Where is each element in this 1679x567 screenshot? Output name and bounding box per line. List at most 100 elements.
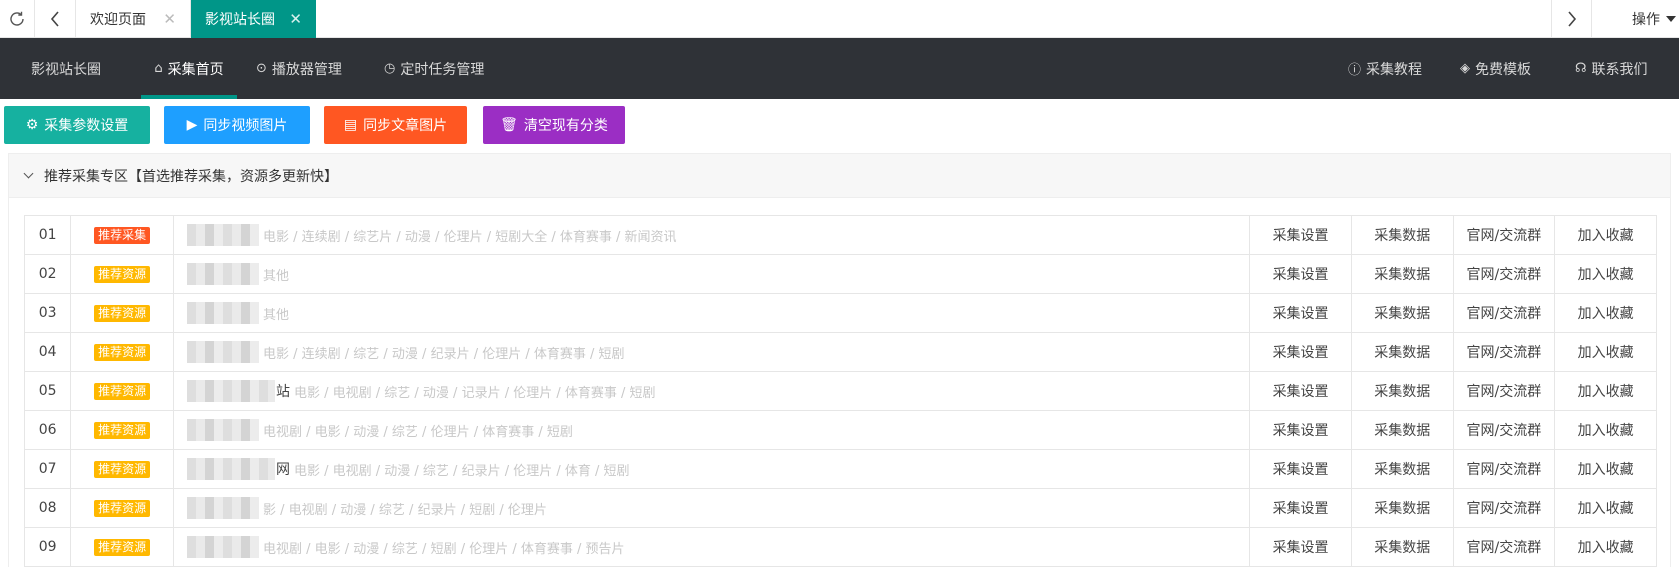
tab-bar: 欢迎页面 ✕ 影视站长圈 ✕ 操作: [0, 0, 1679, 38]
collect-data-link[interactable]: 采集数据: [1350, 254, 1454, 294]
badge-cell: 推荐资源: [70, 488, 174, 528]
collect-settings-link[interactable]: 采集设置: [1249, 449, 1352, 489]
gear-icon: ⚙: [25, 117, 39, 133]
site-description: 电影 / 连续剧 / 综艺 / 动漫 / 纪录片 / 伦理片 / 体育赛事 / …: [172, 332, 1251, 372]
category-list: 影 / 电视剧 / 动漫 / 综艺 / 纪录片 / 短剧 / 伦理片: [262, 502, 547, 518]
official-site-link[interactable]: 官网/交流群: [1452, 215, 1556, 255]
add-favorite-link[interactable]: 加入收藏: [1554, 527, 1657, 567]
tabs-next-button[interactable]: [1551, 0, 1592, 38]
add-favorite-link[interactable]: 加入收藏: [1554, 215, 1657, 255]
trash-icon: 🗑: [500, 117, 518, 133]
site-name-suffix: 网: [275, 462, 290, 478]
collect-data-link[interactable]: 采集数据: [1350, 332, 1454, 372]
official-site-link[interactable]: 官网/交流群: [1452, 293, 1556, 333]
official-site-link[interactable]: 官网/交流群: [1452, 449, 1556, 489]
collect-data-link[interactable]: 采集数据: [1350, 293, 1454, 333]
table-row: 02 推荐资源 其他 采集设置 采集数据 官网/交流群 加入收藏: [23, 254, 1657, 294]
collect-settings-link[interactable]: 采集设置: [1249, 254, 1352, 294]
site-description: 站电影 / 电视剧 / 综艺 / 动漫 / 记录片 / 伦理片 / 体育赛事 /…: [172, 371, 1251, 411]
official-site-link[interactable]: 官网/交流群: [1452, 488, 1556, 528]
button-label: 采集参数设置: [44, 118, 129, 134]
site-description: 网电影 / 电视剧 / 动漫 / 综艺 / 纪录片 / 伦理片 / 体育 / 短…: [172, 449, 1251, 489]
collect-data-link[interactable]: 采集数据: [1350, 527, 1454, 567]
category-list: 电视剧 / 电影 / 动漫 / 综艺 / 短剧 / 伦理片 / 体育赛事 / 预…: [262, 541, 625, 557]
collect-settings-link[interactable]: 采集设置: [1249, 332, 1352, 372]
add-favorite-link[interactable]: 加入收藏: [1554, 488, 1657, 528]
button-label: 清空现有分类: [523, 118, 608, 134]
nav-item-collect-home[interactable]: ⌂ 采集首页: [141, 38, 237, 99]
play-circle-icon: ⊙: [256, 61, 267, 76]
redacted-site-name: [186, 497, 259, 519]
operations-dropdown[interactable]: 操作: [1592, 0, 1679, 38]
collect-data-link[interactable]: 采集数据: [1350, 488, 1454, 528]
redacted-site-name: [186, 380, 275, 402]
site-description: 电视剧 / 电影 / 动漫 / 综艺 / 伦理片 / 体育赛事 / 短剧: [172, 410, 1251, 450]
status-badge: 推荐资源: [94, 343, 151, 361]
add-favorite-link[interactable]: 加入收藏: [1554, 332, 1657, 372]
badge-cell: 推荐资源: [70, 332, 174, 372]
row-index: 07: [23, 449, 72, 489]
official-site-link[interactable]: 官网/交流群: [1452, 410, 1556, 450]
sync-article-images-button[interactable]: ▤ 同步文章图片: [324, 106, 467, 144]
tab-label: 欢迎页面: [90, 12, 146, 28]
close-icon[interactable]: ✕: [289, 10, 302, 28]
collect-settings-link[interactable]: 采集设置: [1249, 488, 1352, 528]
tab-active[interactable]: 影视站长圈 ✕: [191, 0, 316, 38]
button-label: 同步文章图片: [363, 118, 448, 134]
sync-video-images-button[interactable]: ▶ 同步视频图片: [164, 106, 310, 144]
collect-data-link[interactable]: 采集数据: [1350, 449, 1454, 489]
row-index: 01: [23, 215, 72, 255]
nav-item-label: 采集首页: [167, 61, 224, 78]
nav-item-contact[interactable]: ☊ 联系我们: [1575, 38, 1648, 99]
official-site-link[interactable]: 官网/交流群: [1452, 371, 1556, 411]
status-badge: 推荐资源: [94, 460, 151, 478]
status-badge: 推荐资源: [94, 538, 151, 556]
official-site-link[interactable]: 官网/交流群: [1452, 254, 1556, 294]
table-row: 08 推荐资源 影 / 电视剧 / 动漫 / 综艺 / 纪录片 / 短剧 / 伦理片…: [23, 488, 1657, 528]
redacted-site-name: [186, 536, 259, 558]
collect-data-link[interactable]: 采集数据: [1350, 215, 1454, 255]
add-favorite-link[interactable]: 加入收藏: [1554, 410, 1657, 450]
nav-item-label: 定时任务管理: [400, 61, 485, 78]
site-description: 电视剧 / 电影 / 动漫 / 综艺 / 短剧 / 伦理片 / 体育赛事 / 预…: [172, 527, 1251, 567]
collect-data-link[interactable]: 采集数据: [1350, 371, 1454, 411]
add-favorite-link[interactable]: 加入收藏: [1554, 293, 1657, 333]
refresh-button[interactable]: [0, 0, 35, 38]
official-site-link[interactable]: 官网/交流群: [1452, 527, 1556, 567]
nav-item-free-templates[interactable]: ◈ 免费模板: [1460, 38, 1531, 99]
collect-settings-link[interactable]: 采集设置: [1249, 215, 1352, 255]
add-favorite-link[interactable]: 加入收藏: [1554, 449, 1657, 489]
collect-settings-button[interactable]: ⚙ 采集参数设置: [4, 106, 150, 144]
nav-item-tutorial[interactable]: ⓘ 采集教程: [1348, 38, 1422, 99]
table-row: 04 推荐资源 电影 / 连续剧 / 综艺 / 动漫 / 纪录片 / 伦理片 / 体…: [23, 332, 1657, 372]
tab-welcome[interactable]: 欢迎页面 ✕: [76, 0, 191, 38]
redacted-site-name: [186, 341, 259, 363]
site-description: 其他: [172, 293, 1251, 333]
row-index: 06: [23, 410, 72, 450]
collect-settings-link[interactable]: 采集设置: [1249, 293, 1352, 333]
table-row: 07 推荐资源 网电影 / 电视剧 / 动漫 / 综艺 / 纪录片 / 伦理片 / …: [23, 449, 1657, 489]
nav-item-player-manage[interactable]: ⊙ 播放器管理: [256, 38, 342, 99]
status-badge: 推荐资源: [94, 382, 151, 400]
panel-header[interactable]: 推荐采集专区【首选推荐采集，资源多更新快】: [9, 154, 1670, 198]
add-favorite-link[interactable]: 加入收藏: [1554, 371, 1657, 411]
nav-item-scheduled-tasks[interactable]: ◷ 定时任务管理: [384, 38, 484, 99]
tabs-prev-button[interactable]: [35, 0, 76, 38]
collect-settings-link[interactable]: 采集设置: [1249, 371, 1352, 411]
site-description: 电影 / 连续剧 / 综艺片 / 动漫 / 伦理片 / 短剧大全 / 体育赛事 …: [172, 215, 1251, 255]
badge-cell: 推荐资源: [70, 527, 174, 567]
collect-settings-link[interactable]: 采集设置: [1249, 527, 1352, 567]
row-index: 03: [23, 293, 72, 333]
collect-settings-link[interactable]: 采集设置: [1249, 410, 1352, 450]
clear-categories-button[interactable]: 🗑 清空现有分类: [483, 106, 625, 144]
table-row: 05 推荐资源 站电影 / 电视剧 / 综艺 / 动漫 / 记录片 / 伦理片 / …: [23, 371, 1657, 411]
collect-data-link[interactable]: 采集数据: [1350, 410, 1454, 450]
document-icon: ▤: [343, 117, 358, 133]
add-favorite-link[interactable]: 加入收藏: [1554, 254, 1657, 294]
nav-item-label: 播放器管理: [271, 61, 342, 78]
badge-cell: 推荐资源: [70, 293, 174, 333]
nav-item-label: 联系我们: [1591, 61, 1648, 78]
official-site-link[interactable]: 官网/交流群: [1452, 332, 1556, 372]
close-icon[interactable]: ✕: [163, 10, 176, 28]
nav-brand[interactable]: 影视站长圈: [31, 38, 101, 99]
